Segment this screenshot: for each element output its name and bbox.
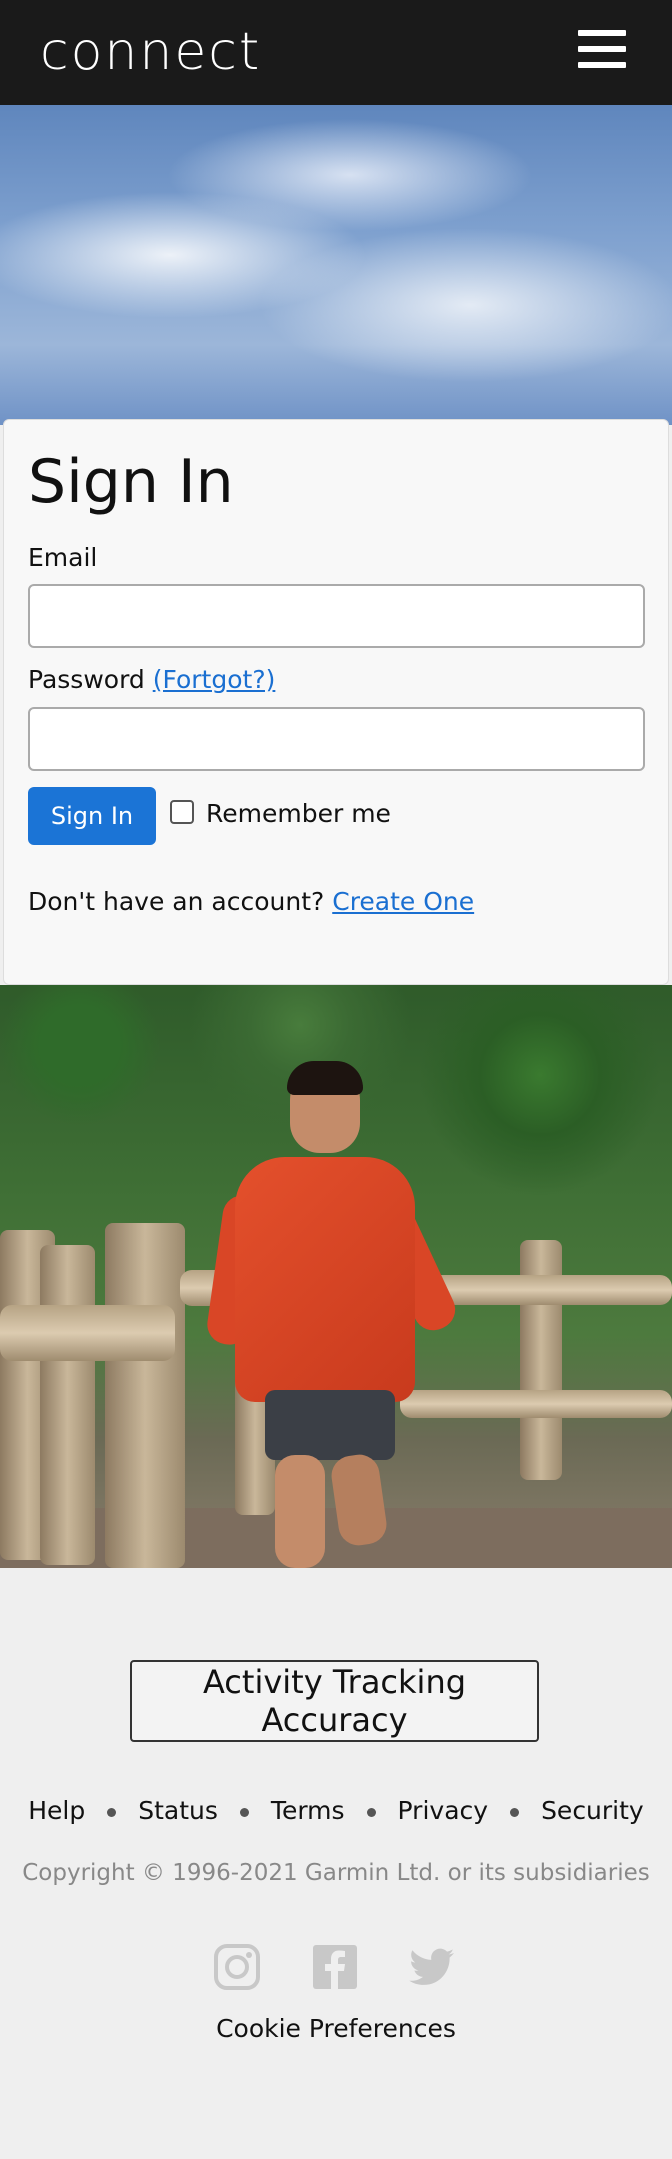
password-field[interactable] xyxy=(28,707,645,771)
separator-dot xyxy=(366,1807,376,1817)
sign-in-card: Sign In Email Password (Fortgot?) Sign I… xyxy=(3,419,669,985)
fence-post xyxy=(40,1245,95,1565)
remember-me-label[interactable]: Remember me xyxy=(206,799,391,828)
page-footer: Activity Tracking Accuracy Help Status Ter… xyxy=(0,1568,672,2159)
sign-in-button[interactable]: Sign In xyxy=(28,787,156,845)
separator-dot xyxy=(510,1807,520,1817)
email-field[interactable] xyxy=(28,584,645,648)
cookie-preferences-link[interactable]: Cookie Preferences xyxy=(0,2014,672,2043)
hamburger-menu-icon[interactable] xyxy=(578,30,626,68)
fence-rail xyxy=(0,1305,175,1361)
fence-post xyxy=(105,1223,185,1568)
no-account-text: Don't have an account? xyxy=(28,887,325,916)
create-account-row: Don't have an account? Create One xyxy=(28,887,474,916)
footer-link-security[interactable]: Security xyxy=(541,1796,644,1825)
sign-in-title: Sign In xyxy=(28,447,234,517)
create-account-link[interactable]: Create One xyxy=(332,887,474,916)
hero-runner-image xyxy=(0,985,672,1568)
remember-me-checkbox[interactable] xyxy=(170,800,194,824)
twitter-icon[interactable] xyxy=(408,1943,456,1991)
footer-link-help[interactable]: Help xyxy=(28,1796,85,1825)
footer-links: Help Status Terms Privacy Security xyxy=(0,1796,672,1825)
password-label-row: Password (Fortgot?) xyxy=(28,665,275,694)
email-label: Email xyxy=(28,543,98,572)
facebook-icon[interactable] xyxy=(311,1943,359,1991)
runner-figure xyxy=(204,1061,462,1568)
copyright-text: Copyright © 1996-2021 Garmin Ltd. or its… xyxy=(22,1860,650,1886)
footer-link-privacy[interactable]: Privacy xyxy=(398,1796,489,1825)
separator-dot xyxy=(107,1807,117,1817)
separator-dot xyxy=(239,1807,249,1817)
connect-logo[interactable]: connect xyxy=(40,22,261,82)
footer-link-status[interactable]: Status xyxy=(138,1796,218,1825)
activity-tracking-accuracy-button[interactable]: Activity Tracking Accuracy xyxy=(130,1660,539,1742)
fence-rail xyxy=(420,1275,672,1305)
forgot-password-link[interactable]: (Fortgot?) xyxy=(153,665,276,694)
password-label: Password xyxy=(28,665,145,694)
hero-sky-image xyxy=(0,105,672,425)
top-nav-bar: connect xyxy=(0,0,672,105)
footer-link-terms[interactable]: Terms xyxy=(271,1796,345,1825)
instagram-icon[interactable] xyxy=(213,1943,261,1991)
